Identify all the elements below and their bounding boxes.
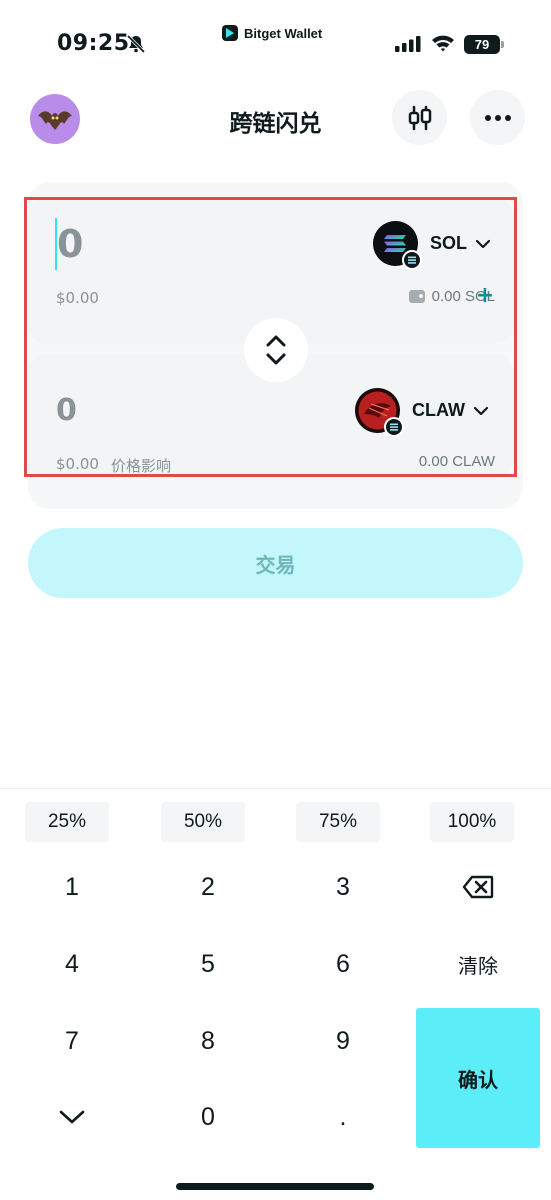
collapse-keyboard-button[interactable] [12, 1087, 132, 1147]
percent-50-button[interactable]: 50% [161, 802, 245, 842]
clear-key[interactable]: 清除 [418, 934, 538, 994]
key-5[interactable]: 5 [148, 934, 268, 994]
key-9[interactable]: 9 [283, 1011, 403, 1071]
key-4[interactable]: 4 [12, 934, 132, 994]
page-title: 跨链闪兑 [229, 111, 322, 137]
number-keyboard: 25% 50% 75% 100% 1 2 3 4 5 6 清除 7 8 9 0 … [0, 788, 551, 1200]
more-button[interactable] [470, 90, 525, 145]
more-dots-icon [484, 114, 511, 121]
chart-settings-icon [408, 105, 431, 130]
key-0[interactable]: 0 [148, 1087, 268, 1147]
percent-100-button[interactable]: 100% [430, 802, 514, 842]
key-7[interactable]: 7 [12, 1011, 132, 1071]
app-tag: Bitget Wallet [222, 25, 322, 41]
status-bar: 09:25 Bitget Wallet 79 [0, 0, 551, 80]
key-8[interactable]: 8 [148, 1011, 268, 1071]
key-3[interactable]: 3 [283, 857, 403, 917]
home-indicator[interactable] [176, 1183, 374, 1190]
battery-level: 79 [464, 35, 500, 54]
confirm-button[interactable]: 确认 [416, 1008, 540, 1148]
chevron-down-icon [59, 1110, 85, 1124]
bitget-logo-icon [222, 25, 238, 41]
bell-muted-icon [126, 34, 146, 54]
backspace-icon [462, 875, 494, 899]
key-2[interactable]: 2 [148, 857, 268, 917]
chart-settings-button[interactable] [392, 90, 447, 145]
header: 跨链闪兑 [0, 88, 551, 148]
key-1[interactable]: 1 [12, 857, 132, 917]
backspace-key[interactable] [418, 857, 538, 917]
percent-75-button[interactable]: 75% [296, 802, 380, 842]
percent-25-button[interactable]: 25% [25, 802, 109, 842]
key-decimal[interactable]: . [283, 1087, 403, 1147]
app-tag-text: Bitget Wallet [244, 25, 323, 41]
status-time: 09:25 [57, 31, 130, 56]
battery-tip [501, 41, 504, 48]
trade-button[interactable]: 交易 [28, 528, 523, 598]
key-6[interactable]: 6 [283, 934, 403, 994]
signal-icon [395, 36, 421, 52]
wifi-icon [432, 35, 454, 52]
highlight-box [24, 197, 517, 477]
battery-indicator: 79 [464, 35, 504, 54]
